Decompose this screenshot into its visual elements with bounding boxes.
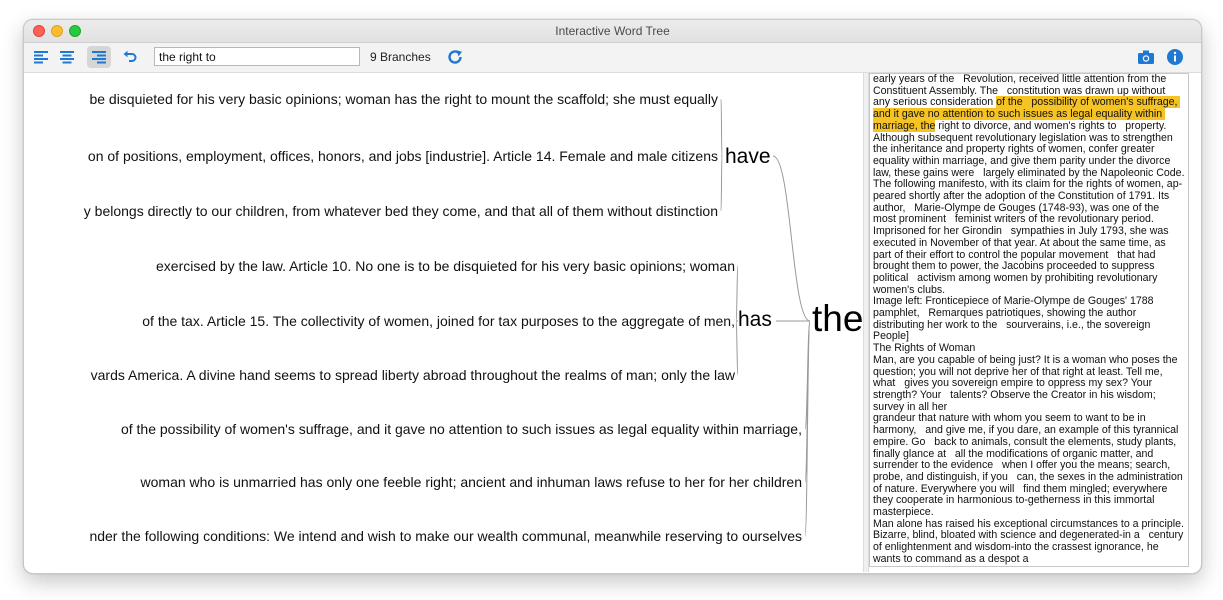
snapshot-button[interactable] bbox=[1134, 46, 1158, 68]
info-button[interactable] bbox=[1163, 46, 1187, 68]
align-left-icon bbox=[34, 51, 48, 64]
window-title: Interactive Word Tree bbox=[555, 24, 670, 38]
tree-leaf[interactable]: exercised by the law. Article 10. No one… bbox=[156, 258, 735, 274]
word-tree[interactable]: be disquieted for his very basic opinion… bbox=[32, 73, 870, 572]
branch-count-label: 9 Branches bbox=[370, 50, 431, 64]
tree-leaf[interactable]: woman who is unmarried has only one feeb… bbox=[141, 474, 802, 490]
refresh-button[interactable] bbox=[443, 46, 467, 68]
source-text-after: right to divorce, and women's rights to … bbox=[873, 119, 1185, 565]
tree-node-has[interactable]: has bbox=[738, 309, 772, 330]
tree-leaf[interactable]: of the tax. Article 15. The collectivity… bbox=[142, 313, 735, 329]
app-window: Interactive Word Tree 9 Branches bbox=[23, 19, 1202, 574]
tree-leaf[interactable]: vards America. A divine hand seems to sp… bbox=[91, 367, 735, 383]
align-right-icon bbox=[92, 51, 106, 64]
align-center-icon bbox=[60, 51, 74, 64]
source-text-panel[interactable]: early years of the Revolution, received … bbox=[869, 73, 1189, 567]
source-text: early years of the Revolution, received … bbox=[870, 74, 1188, 566]
info-icon bbox=[1167, 49, 1183, 65]
tree-connector bbox=[804, 320, 811, 537]
tree-leaf[interactable]: nder the following conditions: We intend… bbox=[89, 528, 802, 544]
align-right-button[interactable] bbox=[87, 46, 111, 68]
tree-leaf[interactable]: of the possibility of women's suffrage, … bbox=[121, 421, 802, 437]
tree-leaf[interactable]: y belongs directly to our children, from… bbox=[84, 203, 718, 219]
tree-node-have[interactable]: have bbox=[725, 146, 771, 167]
tree-connector bbox=[772, 155, 811, 322]
tree-leaf[interactable]: on of positions, employment, offices, ho… bbox=[88, 148, 718, 164]
toolbar: 9 Branches bbox=[24, 43, 1201, 73]
refresh-icon bbox=[448, 50, 462, 64]
search-input[interactable] bbox=[154, 47, 360, 66]
tree-leaf[interactable]: be disquieted for his very basic opinion… bbox=[89, 91, 718, 107]
undo-icon bbox=[123, 50, 137, 62]
tree-connector bbox=[720, 98, 723, 157]
tree-connector bbox=[720, 155, 723, 212]
undo-button[interactable] bbox=[118, 46, 142, 68]
tree-root-word[interactable]: the bbox=[812, 300, 863, 337]
title-bar: Interactive Word Tree bbox=[24, 20, 1201, 43]
align-left-button[interactable] bbox=[29, 46, 53, 68]
align-center-button[interactable] bbox=[55, 46, 79, 68]
camera-icon bbox=[1138, 50, 1154, 64]
